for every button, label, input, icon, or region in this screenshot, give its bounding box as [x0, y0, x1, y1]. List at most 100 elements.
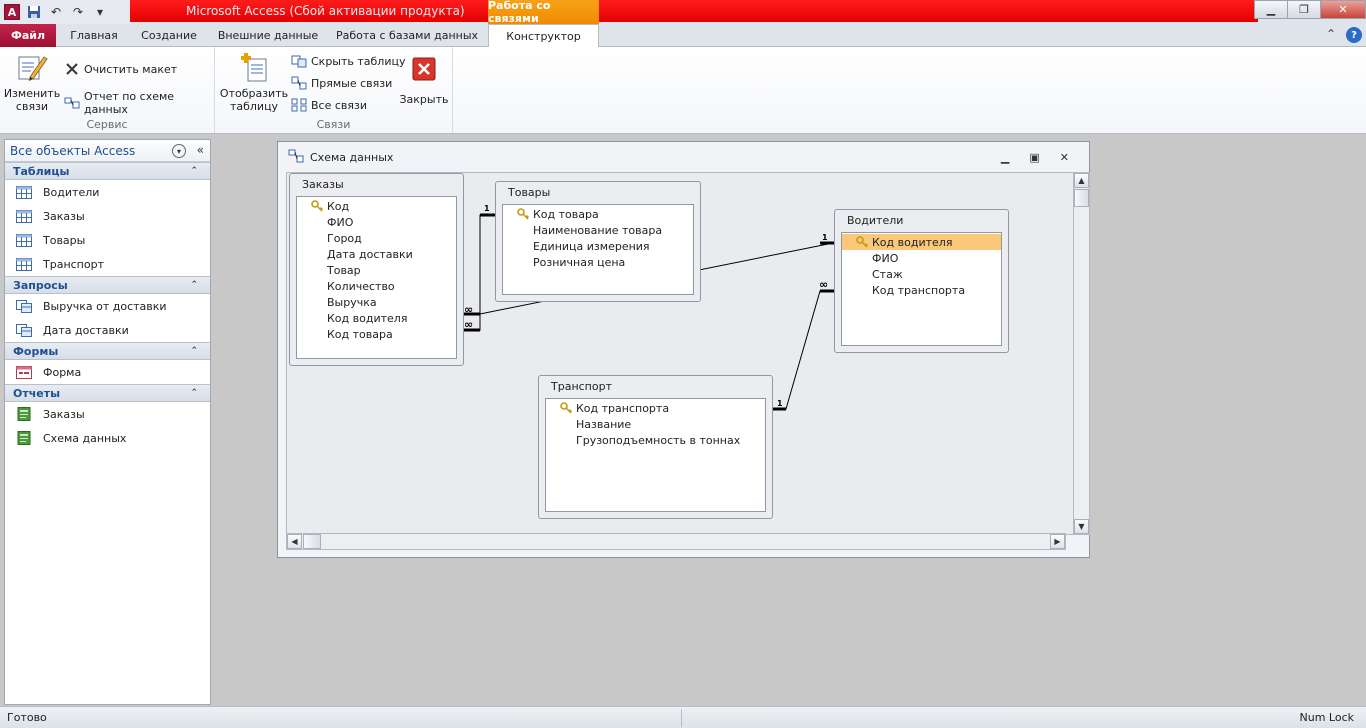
child-close-icon[interactable]: ✕ — [1060, 151, 1069, 164]
show-table-button[interactable]: Отобразить таблицу — [220, 51, 288, 113]
direct-relations-button[interactable]: Прямые связи — [291, 75, 392, 91]
nav-section-reports[interactable]: Отчеты ⌃ — [5, 384, 210, 402]
field-name: Город — [327, 231, 362, 245]
table-box-orders[interactable]: Заказы Код ФИО Город Дата доставки Товар Коли… — [289, 173, 464, 366]
table-box-transport[interactable]: Транспорт Код транспорта Название Грузопод… — [538, 375, 773, 519]
nav-header[interactable]: Все объекты Access ▾ « — [5, 140, 210, 162]
field-row[interactable]: Код транспорта — [546, 400, 765, 416]
collapse-chevron-icon: ⌃ — [190, 388, 198, 398]
field-name: Название — [576, 417, 632, 431]
nav-item-table[interactable]: Заказы — [5, 204, 210, 228]
save-icon[interactable] — [24, 2, 44, 22]
field-list: Код ФИО Город Дата доставки Товар Количество В… — [296, 196, 457, 359]
child-minimize-icon[interactable]: ▁ — [1001, 151, 1009, 164]
field-row[interactable]: Код товара — [503, 206, 693, 222]
nav-section-queries[interactable]: Запросы ⌃ — [5, 276, 210, 294]
field-row[interactable]: Код водителя — [297, 310, 456, 326]
scroll-up-icon[interactable]: ▲ — [1074, 173, 1089, 188]
scroll-left-icon[interactable]: ◀ — [287, 534, 302, 549]
nav-item-report[interactable]: Заказы — [5, 402, 210, 426]
table-box-goods[interactable]: Товары Код товара Наименование товара Един… — [495, 181, 701, 302]
field-row[interactable]: Грузоподъемность в тоннах — [546, 432, 765, 448]
child-restore-icon[interactable]: ▣ — [1029, 151, 1039, 164]
field-row[interactable]: Единица измерения — [503, 238, 693, 254]
relationships-canvas[interactable]: 1 ∞ ∞ 1 ∞ 1 Заказы Код ФИО Город Дата доста… — [286, 172, 1074, 535]
vertical-scroll-thumb[interactable] — [1074, 189, 1089, 207]
hide-table-button[interactable]: Скрыть таблицу — [291, 53, 406, 69]
table-box-title: Транспорт — [551, 379, 612, 393]
table-icon — [15, 257, 33, 271]
edit-relations-button[interactable]: Изменить связи — [4, 51, 60, 113]
direct-relations-icon — [291, 75, 307, 91]
customize-qat-icon[interactable]: ▾ — [90, 2, 110, 22]
tab-external-data[interactable]: Внешние данные — [210, 24, 326, 47]
horizontal-scrollbar[interactable]: ◀ ▶ — [286, 533, 1066, 550]
all-relations-button[interactable]: Все связи — [291, 97, 367, 113]
tab-design[interactable]: Конструктор — [488, 24, 599, 48]
tab-home[interactable]: Главная — [60, 24, 128, 47]
field-list: Код транспорта Название Грузоподъемность в… — [545, 398, 766, 512]
nav-dropdown-icon[interactable]: ▾ — [172, 144, 186, 158]
nav-item-table[interactable]: Транспорт — [5, 252, 210, 276]
nav-item-table[interactable]: Товары — [5, 228, 210, 252]
tab-file[interactable]: Файл — [0, 24, 56, 47]
report-icon — [15, 431, 33, 445]
scroll-down-icon[interactable]: ▼ — [1074, 519, 1089, 534]
help-icon[interactable]: ? — [1346, 27, 1362, 43]
field-row[interactable]: Город — [297, 230, 456, 246]
field-row[interactable]: Код товара — [297, 326, 456, 342]
all-relations-label: Все связи — [311, 98, 368, 112]
clear-layout-button[interactable]: Очистить макет — [64, 61, 177, 77]
nav-item-querie[interactable]: Выручка от доставки — [5, 294, 210, 318]
field-name: Код товара — [327, 327, 393, 341]
minimize-icon[interactable]: ▁ — [1254, 0, 1288, 19]
redo-icon[interactable]: ↷ — [68, 2, 88, 22]
undo-icon[interactable]: ↶ — [46, 2, 66, 22]
primary-key-icon — [856, 236, 869, 248]
field-row[interactable]: Код водителя — [842, 234, 1001, 250]
field-row[interactable]: Товар — [297, 262, 456, 278]
nav-item-querie[interactable]: Дата доставки — [5, 318, 210, 342]
field-row[interactable]: ФИО — [297, 214, 456, 230]
field-name: Код транспорта — [872, 283, 966, 297]
field-row[interactable]: Код — [297, 198, 456, 214]
table-icon — [15, 185, 33, 199]
table-box-title: Водители — [847, 213, 904, 227]
table-box-drivers[interactable]: Водители Код водителя ФИО Стаж Код транспор… — [834, 209, 1009, 353]
horizontal-scroll-thumb[interactable] — [303, 534, 321, 549]
field-row[interactable]: Наименование товара — [503, 222, 693, 238]
close-button[interactable]: Закрыть — [399, 57, 449, 106]
field-row[interactable]: Количество — [297, 278, 456, 294]
nav-section-forms[interactable]: Формы ⌃ — [5, 342, 210, 360]
field-row[interactable]: Название — [546, 416, 765, 432]
close-icon[interactable]: ✕ — [1320, 0, 1366, 19]
nav-item-form[interactable]: Форма — [5, 360, 210, 384]
nav-item-table[interactable]: Водители — [5, 180, 210, 204]
rel-label-one: 1 — [484, 204, 490, 213]
edit-relations-label: Изменить связи — [3, 87, 61, 113]
field-name: Грузоподъемность в тоннах — [576, 433, 741, 447]
all-relations-icon — [291, 97, 307, 113]
status-separator — [681, 709, 682, 727]
restore-icon[interactable]: ❐ — [1287, 0, 1321, 19]
minimize-ribbon-icon[interactable]: ⌃ — [1326, 27, 1336, 43]
collapse-pane-icon[interactable]: « — [197, 143, 204, 157]
status-text: Готово — [7, 711, 47, 724]
hide-table-icon — [291, 53, 307, 69]
nav-item-report[interactable]: Схема данных — [5, 426, 210, 450]
field-row[interactable]: Розничная цена — [503, 254, 693, 270]
scroll-right-icon[interactable]: ▶ — [1050, 534, 1065, 549]
relationships-window-titlebar[interactable]: Схема данных ▁ ▣ ✕ — [278, 142, 1089, 172]
access-logo-icon[interactable]: A — [2, 2, 22, 22]
rel-label-many: ∞ — [464, 318, 473, 331]
vertical-scrollbar[interactable]: ▲ ▼ — [1073, 172, 1090, 535]
field-row[interactable]: ФИО — [842, 250, 1001, 266]
field-row[interactable]: Код транспорта — [842, 282, 1001, 298]
nav-section-tables[interactable]: Таблицы ⌃ — [5, 162, 210, 180]
relation-report-button[interactable]: Отчет по схеме данных — [64, 90, 214, 116]
field-row[interactable]: Выручка — [297, 294, 456, 310]
tab-create[interactable]: Создание — [134, 24, 204, 47]
field-row[interactable]: Дата доставки — [297, 246, 456, 262]
tab-database-tools[interactable]: Работа с базами данных — [332, 24, 482, 47]
field-row[interactable]: Стаж — [842, 266, 1001, 282]
